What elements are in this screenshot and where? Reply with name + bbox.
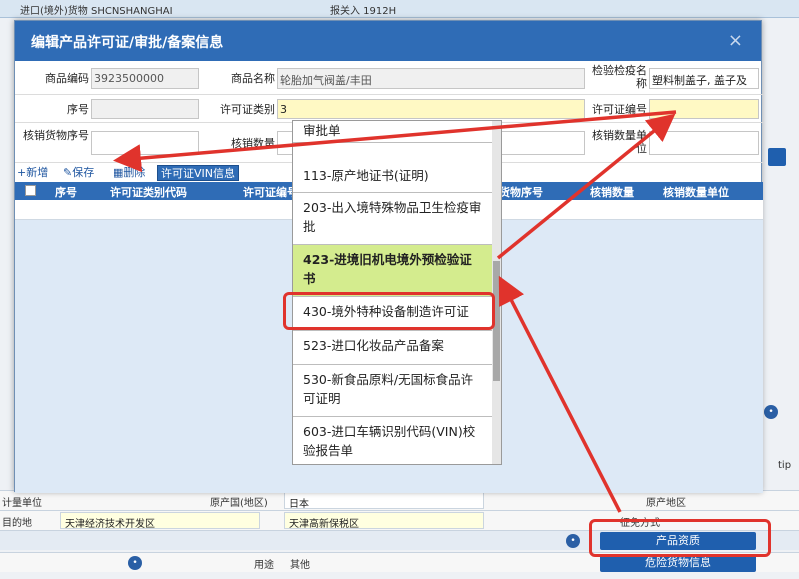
arrow-to-dropdown — [498, 275, 622, 513]
arrow-to-license-no — [496, 113, 676, 260]
arrow-to-add-button — [113, 110, 677, 173]
annotation-arrows — [113, 110, 677, 513]
